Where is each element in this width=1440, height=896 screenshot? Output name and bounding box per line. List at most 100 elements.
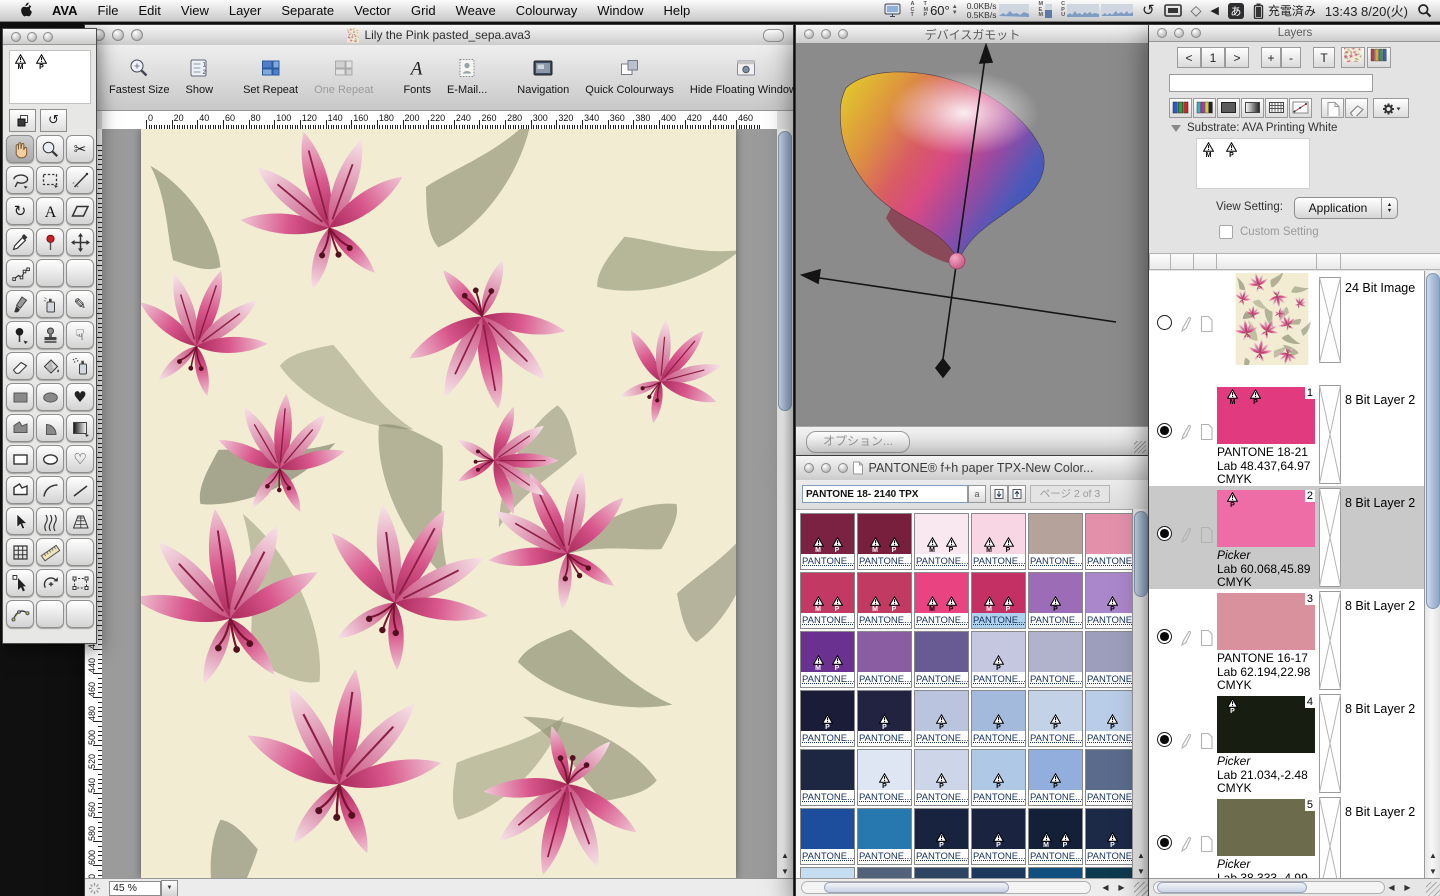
tool-lasso[interactable] bbox=[6, 166, 34, 194]
layers-vertical-scrollbar[interactable]: ▲ ▼ bbox=[1424, 271, 1440, 879]
pantone-swatch-12[interactable]: PPANTONE... bbox=[1085, 572, 1133, 629]
prev-colourway-button[interactable]: < bbox=[1177, 47, 1201, 68]
pantone-swatch-24[interactable]: PPANTONE... bbox=[1085, 690, 1133, 747]
layer-separation[interactable] bbox=[1319, 797, 1341, 879]
new-page-button[interactable] bbox=[1321, 98, 1344, 118]
tool-pin-red[interactable] bbox=[36, 228, 64, 256]
search-a-button[interactable]: a bbox=[968, 485, 986, 503]
displays-icon[interactable] bbox=[1164, 4, 1182, 18]
pattern-thumbnail-button[interactable] bbox=[1341, 47, 1365, 68]
pantone-swatch-23[interactable]: PPANTONE... bbox=[1028, 690, 1083, 747]
pantone-swatch-27[interactable]: PPANTONE... bbox=[914, 749, 969, 806]
layer-radio[interactable] bbox=[1157, 629, 1172, 644]
layer-radio[interactable] bbox=[1157, 526, 1172, 541]
pantone-swatch-32[interactable]: PANTONE... bbox=[857, 808, 912, 865]
scroll-thumb[interactable] bbox=[1426, 273, 1440, 609]
tool-poly-filled[interactable] bbox=[6, 414, 34, 442]
scroll-down-arrow[interactable]: ▼ bbox=[777, 864, 793, 879]
scroll-left-arrow[interactable]: ◀ bbox=[1098, 880, 1113, 896]
window-controls[interactable] bbox=[93, 29, 143, 41]
pantone-swatch-13[interactable]: MPPANTONE... bbox=[800, 631, 855, 688]
resize-handle[interactable] bbox=[1134, 882, 1148, 896]
spotlight-search-icon[interactable] bbox=[1417, 3, 1432, 18]
page-prev-button[interactable] bbox=[990, 485, 1008, 503]
tool-finger[interactable]: ☟ bbox=[66, 321, 94, 349]
pantone-swatch-30[interactable]: PANTONE... bbox=[1085, 749, 1133, 806]
layer-colour-swatch[interactable]: MP1 bbox=[1217, 387, 1315, 444]
tool-rotate-view[interactable]: ↻ bbox=[6, 197, 34, 225]
resize-handle[interactable] bbox=[1426, 882, 1440, 896]
airport-icon[interactable]: ◇ bbox=[1191, 4, 1202, 18]
canvas[interactable] bbox=[102, 129, 777, 879]
gear-menu-button[interactable] bbox=[1373, 98, 1409, 118]
pantone-swatch-11[interactable]: PPANTONE... bbox=[1028, 572, 1083, 629]
tool-arc-filled[interactable] bbox=[36, 414, 64, 442]
apple-menu[interactable] bbox=[8, 1, 42, 20]
tool-weave[interactable] bbox=[36, 507, 64, 535]
menu-separate[interactable]: Separate bbox=[271, 3, 344, 18]
close-button[interactable] bbox=[804, 29, 814, 39]
layer-radio[interactable] bbox=[1157, 732, 1172, 747]
layer-separation[interactable] bbox=[1319, 694, 1341, 798]
palette-titlebar[interactable] bbox=[3, 29, 96, 45]
volume-icon[interactable]: ◀ bbox=[1210, 5, 1218, 16]
minimize-button[interactable] bbox=[1174, 28, 1184, 38]
menu-view[interactable]: View bbox=[171, 3, 219, 18]
scroll-left-arrow[interactable]: ◀ bbox=[1384, 880, 1399, 896]
disclosure-triangle-icon[interactable] bbox=[1171, 125, 1181, 132]
layer-radio[interactable] bbox=[1157, 315, 1172, 330]
scroll-right-arrow[interactable]: ▶ bbox=[1114, 880, 1129, 896]
close-button[interactable] bbox=[804, 463, 814, 473]
zoom-button[interactable] bbox=[838, 463, 848, 473]
minimize-button[interactable] bbox=[821, 463, 831, 473]
layer-edit[interactable] bbox=[1179, 732, 1192, 755]
pantone-swatch-31[interactable]: PANTONE... bbox=[800, 808, 855, 865]
pantone-swatch-8[interactable]: MPPANTONE... bbox=[857, 572, 912, 629]
pantone-swatch-5[interactable]: PANTONE... bbox=[1028, 513, 1083, 570]
scroll-up-arrow[interactable]: ▲ bbox=[1133, 848, 1149, 863]
menu-edit[interactable]: Edit bbox=[128, 3, 170, 18]
pantone-swatch-20[interactable]: PPANTONE... bbox=[857, 690, 912, 747]
text-button[interactable]: T bbox=[1313, 47, 1335, 68]
tool-grid[interactable] bbox=[6, 538, 34, 566]
menu-layer[interactable]: Layer bbox=[219, 3, 272, 18]
layer-edit[interactable] bbox=[1179, 315, 1192, 338]
gamut-titlebar[interactable]: デバイスガモット bbox=[796, 25, 1149, 44]
tool-text[interactable]: A bbox=[36, 197, 64, 225]
colour-bars-button[interactable] bbox=[1367, 47, 1391, 68]
pantone-swatch-3[interactable]: MPPANTONE... bbox=[914, 513, 969, 570]
reset-colours-button[interactable]: ↺ bbox=[40, 109, 67, 132]
zoom-dropdown-button[interactable]: ▼ bbox=[161, 880, 178, 896]
layer-edit[interactable] bbox=[1179, 423, 1192, 446]
scroll-up-arrow[interactable]: ▲ bbox=[777, 848, 793, 863]
custom-setting-checkbox[interactable] bbox=[1219, 225, 1233, 239]
tool-scissors[interactable]: ✂ bbox=[66, 135, 94, 163]
toolbar-fastest-size-button[interactable]: Fastest Size bbox=[109, 52, 170, 96]
menu-help[interactable]: Help bbox=[653, 3, 700, 18]
menu-window[interactable]: Window bbox=[587, 3, 653, 18]
tool-zoom[interactable] bbox=[36, 135, 64, 163]
layer-thumbnail[interactable] bbox=[1229, 273, 1315, 370]
pantone-swatch-10[interactable]: MPPANTONE... bbox=[971, 572, 1026, 629]
layer-radio[interactable] bbox=[1157, 835, 1172, 850]
layer-colour-swatch[interactable]: 3 bbox=[1217, 593, 1315, 650]
input-source-icon[interactable]: あ bbox=[1228, 3, 1244, 19]
layer-row-3[interactable]: P2PickerLab 60.068,45.89CMYK8 Bit Layer … bbox=[1149, 486, 1428, 589]
pantone-swatch-14[interactable]: PANTONE... bbox=[857, 631, 912, 688]
network-monitor[interactable]: 0.0KB/s0.5KB/s bbox=[967, 2, 1030, 20]
tool-pin-black[interactable] bbox=[6, 321, 34, 349]
layers-horizontal-scrollbar[interactable]: ◀ ▶ bbox=[1149, 878, 1440, 896]
pantone-vertical-scrollbar[interactable]: ▲ ▼ bbox=[1132, 509, 1149, 879]
layer-row-4[interactable]: 3PANTONE 16-17Lab 62.194,22.98CMYK8 Bit … bbox=[1149, 589, 1428, 692]
pantone-swatch-9[interactable]: MPPANTONE... bbox=[914, 572, 969, 629]
scroll-up-arrow[interactable]: ▲ bbox=[1425, 848, 1440, 863]
pantone-swatch-18[interactable]: PANTONE... bbox=[1085, 631, 1133, 688]
toolbar-one-repeat-button[interactable]: One Repeat bbox=[314, 52, 373, 96]
tool-rotate-plus[interactable] bbox=[36, 569, 64, 597]
cmyk-bars-button[interactable] bbox=[1193, 98, 1216, 118]
layer-page[interactable] bbox=[1199, 835, 1214, 858]
pantone-search-input[interactable] bbox=[802, 485, 968, 503]
layer-row-5[interactable]: P4PickerLab 21.034,-2.48CMYK8 Bit Layer … bbox=[1149, 692, 1428, 795]
pantone-swatch-35[interactable]: MPPANTONE... bbox=[1028, 808, 1083, 865]
layer-page[interactable] bbox=[1199, 629, 1214, 652]
